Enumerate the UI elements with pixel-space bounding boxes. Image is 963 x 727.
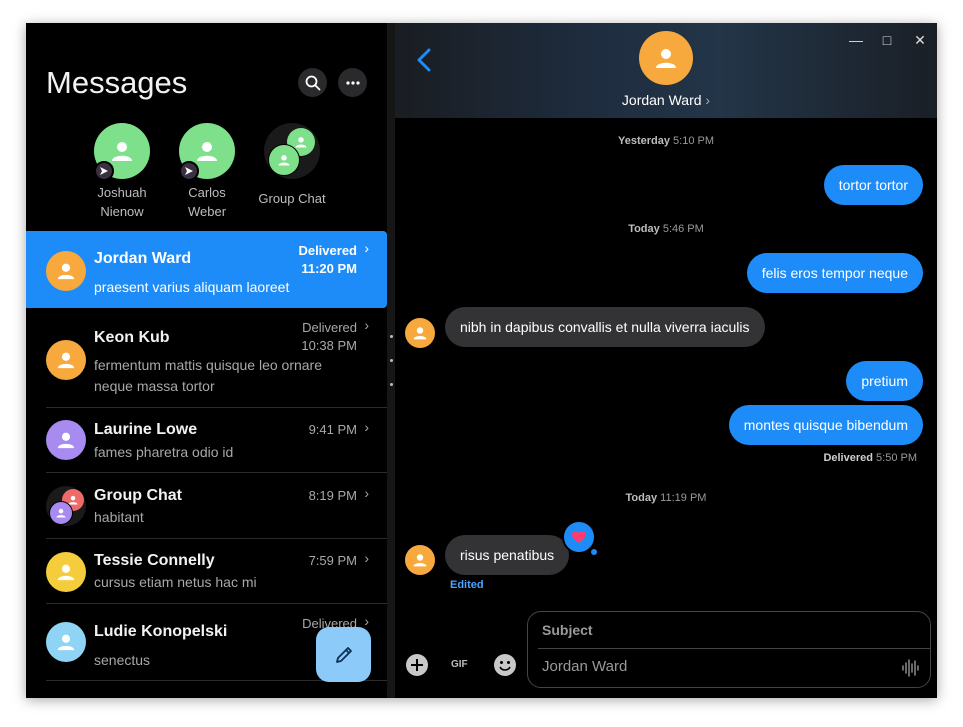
conversation-name: Keon Kub (94, 329, 170, 346)
conversation-laurine-lowe[interactable]: Laurine Lowe fames pharetra odio id 9:41… (26, 408, 387, 473)
message-composer[interactable]: Subject Jordan Ward (527, 611, 931, 688)
pinned-name: Carlos Weber (187, 185, 227, 219)
close-icon[interactable]: ✕ (911, 32, 929, 49)
gif-button[interactable]: GIF (451, 659, 468, 670)
avatar (46, 552, 86, 592)
timestamp: Yesterday 5:10 PM (617, 135, 714, 147)
conversation-group-chat[interactable]: Group Chat habitant 8:19 PM › (26, 473, 387, 539)
sidebar: Messages Joshuah Nienow Carlos Weber Gro… (26, 23, 387, 698)
message-outgoing[interactable]: felis eros tempor neque (746, 253, 923, 293)
plus-icon (406, 654, 428, 676)
conversation-name: Ludie Konopelski (94, 623, 228, 640)
back-button[interactable] (415, 47, 433, 78)
search-button[interactable] (298, 68, 327, 97)
conversation-jordan-ward[interactable]: Jordan Ward praesent varius aliquam laor… (26, 231, 387, 308)
conversation-name: Tessie Connelly (94, 552, 215, 569)
avatar (46, 622, 86, 662)
message-outgoing[interactable]: pretium (846, 361, 923, 401)
avatar (46, 251, 86, 291)
messages-window: Messages Joshuah Nienow Carlos Weber Gro… (26, 23, 937, 698)
delivery-status: Delivered 5:50 PM (823, 452, 917, 464)
conversation-name: Laurine Lowe (94, 421, 198, 438)
avatar (46, 420, 86, 460)
group-avatar (264, 123, 320, 179)
resize-handle[interactable] (390, 359, 393, 362)
conversation-time: 9:41 PM (308, 422, 357, 437)
conversation-snippet: fermentum mattis quisque leo ornare nequ… (94, 357, 322, 394)
timestamp: Today 5:46 PM (628, 223, 704, 235)
emoji-icon (494, 654, 516, 676)
sender-avatar (405, 318, 435, 348)
avatar (46, 340, 86, 380)
conversation-snippet: fames pharetra odio id (94, 444, 234, 460)
avatar (179, 123, 235, 181)
search-icon (305, 75, 320, 90)
chevron-right-icon: › (364, 613, 369, 629)
chat-header: Jordan Ward › — □ ✕ (395, 23, 937, 118)
emoji-button[interactable] (493, 653, 517, 682)
conversation-time: 7:59 PM (308, 553, 357, 568)
pinned-name: Joshuah Nienow (97, 185, 147, 219)
person-icon (112, 142, 132, 161)
add-attachment-button[interactable] (405, 653, 429, 682)
chevron-right-icon: › (364, 419, 369, 435)
chevron-right-icon: › (364, 240, 369, 256)
resize-handle[interactable] (390, 335, 393, 338)
conversation-snippet: senectus (94, 652, 151, 668)
more-icon (345, 80, 360, 85)
conversation-snippet: habitant (94, 509, 144, 525)
delivery-status: Delivered (302, 320, 357, 335)
person-icon (197, 142, 217, 161)
chevron-right-icon: › (364, 550, 369, 566)
conversation-tessie-connelly[interactable]: Tessie Connelly cursus etiam netus hac m… (26, 539, 387, 604)
back-icon (417, 48, 431, 72)
audio-message-button[interactable] (902, 658, 920, 683)
conversation-snippet: cursus etiam netus hac mi (94, 574, 257, 590)
message-incoming[interactable]: nibh in dapibus convallis et nulla viver… (445, 307, 765, 347)
resize-handle[interactable] (390, 383, 393, 386)
message-badge-icon (94, 161, 114, 181)
sidebar-title: Messages (46, 65, 188, 100)
contact-name: Jordan Ward (621, 92, 702, 108)
conversation-name: Jordan Ward (94, 250, 192, 267)
edited-label[interactable]: Edited (450, 579, 484, 591)
conversation-time: 8:19 PM (308, 488, 357, 503)
chat-pane: Jordan Ward › — □ ✕ Yesterday 5:10 PM to… (395, 23, 937, 698)
compose-icon (335, 646, 352, 663)
compose-button[interactable] (316, 627, 371, 682)
conversation-time: 11:20 PM (301, 261, 357, 276)
message-badge-icon (179, 161, 199, 181)
conversation-keon-kub[interactable]: Keon Kub fermentum mattis quisque leo or… (26, 308, 387, 408)
message-outgoing[interactable]: tortor tortor (823, 165, 923, 205)
conversation-time: 10:38 PM (301, 338, 357, 353)
contact-name-header[interactable]: Jordan Ward › (395, 92, 937, 108)
divider (538, 648, 930, 649)
reaction-tail (591, 549, 597, 555)
contact-avatar[interactable] (639, 31, 693, 85)
more-button[interactable] (338, 68, 367, 97)
chevron-right-icon: › (364, 317, 369, 333)
conversation-snippet: praesent varius aliquam laoreet (94, 279, 290, 295)
timestamp: Today 11:19 PM (625, 492, 707, 504)
delivery-status: Delivered (298, 243, 357, 258)
group-avatar (46, 486, 86, 526)
conversation-name: Group Chat (94, 487, 182, 504)
pinned-group-chat[interactable]: Group Chat (242, 123, 342, 208)
chevron-right-icon: › (364, 485, 369, 501)
message-input[interactable]: Jordan Ward (542, 658, 627, 675)
pinned-name: Group Chat (258, 191, 326, 206)
message-incoming[interactable]: risus penatibus (445, 535, 570, 575)
waveform-icon (902, 659, 919, 677)
avatar (94, 123, 150, 181)
message-outgoing[interactable]: montes quisque bibendum (728, 405, 923, 445)
maximize-icon[interactable]: □ (878, 32, 896, 48)
subject-field[interactable]: Subject (542, 622, 593, 638)
chevron-right-icon: › (705, 92, 711, 108)
sender-avatar (405, 545, 435, 575)
heart-icon (572, 530, 586, 543)
minimize-icon[interactable]: — (847, 32, 865, 48)
